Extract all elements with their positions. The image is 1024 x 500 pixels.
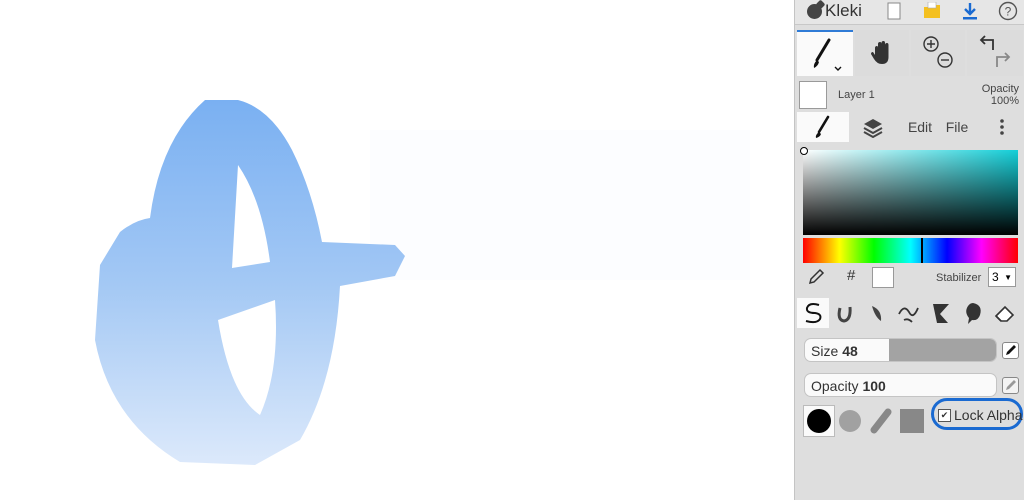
help-icon[interactable]: ?	[995, 0, 1021, 22]
lock-alpha-label: Lock Alpha	[954, 407, 1023, 423]
color-picker-sv[interactable]	[800, 147, 1018, 235]
open-folder-icon[interactable]	[919, 0, 945, 22]
hand-tool-icon	[871, 41, 889, 64]
zoom-out-icon[interactable]	[937, 52, 953, 68]
lock-alpha-checkbox[interactable]: ✔ Lock Alpha	[933, 402, 1023, 428]
zoom-buttons	[911, 30, 965, 76]
tab-brush[interactable]	[797, 112, 849, 142]
brush-tool-icon	[813, 38, 842, 71]
faint-stroke-traces	[370, 130, 750, 280]
undo-redo-buttons	[967, 30, 1023, 76]
round-soft-shape-icon[interactable]	[834, 405, 866, 437]
brush-tool-button[interactable]	[797, 30, 853, 76]
blend-brush-icon[interactable]	[829, 298, 861, 328]
app-name: Kleki	[825, 1, 862, 20]
stabilizer-label: Stabilizer	[936, 272, 982, 284]
top-toolbar: Kleki ?	[795, 0, 1024, 25]
brush-tab-icon	[815, 115, 830, 138]
eraser-icon[interactable]	[989, 298, 1021, 328]
hex-input-button[interactable]: #	[847, 267, 855, 284]
opacity-pressure-toggle[interactable]	[1002, 377, 1019, 394]
layer-opacity: Opacity 100%	[982, 83, 1019, 107]
tab-edit[interactable]: Edit	[903, 112, 937, 142]
stabilizer-select[interactable]: 3 ▼	[988, 267, 1016, 287]
sketchy-brush-icon[interactable]	[861, 298, 893, 328]
chevron-down-icon: ▼	[1004, 272, 1012, 282]
size-pressure-toggle[interactable]	[1002, 342, 1019, 359]
tab-file[interactable]: File	[940, 112, 974, 142]
sv-cursor[interactable]	[800, 147, 808, 155]
layer-name[interactable]: Layer 1	[838, 89, 875, 101]
canvas-drawing	[95, 100, 750, 465]
more-options-icon[interactable]	[991, 112, 1013, 142]
pen-brush-icon[interactable]	[797, 298, 829, 328]
opacity-slider[interactable]: Opacity 100	[804, 373, 997, 397]
size-slider[interactable]: Size 48	[804, 338, 997, 362]
help-label: ?	[1005, 5, 1012, 19]
size-slider-fill	[889, 339, 996, 361]
hue-marker[interactable]	[921, 238, 923, 263]
pixel-brush-icon[interactable]	[893, 298, 925, 328]
hand-tool-button[interactable]	[855, 30, 909, 76]
smudge-brush-icon[interactable]	[957, 298, 989, 328]
download-icon[interactable]	[957, 0, 983, 22]
square-shape-icon[interactable]	[896, 405, 928, 437]
layer-opacity-value: 100%	[990, 95, 1019, 107]
hue-slider[interactable]	[803, 238, 1018, 263]
layers-tab-icon	[863, 119, 883, 138]
tab-layers[interactable]	[853, 112, 893, 142]
opacity-value: 100	[862, 378, 886, 394]
round-solid-shape-icon[interactable]	[803, 405, 835, 437]
size-value: 48	[842, 343, 858, 359]
new-image-icon[interactable]	[881, 0, 907, 22]
zoom-in-icon[interactable]	[923, 36, 939, 52]
chemy-brush-icon[interactable]	[925, 298, 957, 328]
opacity-label: Opacity	[811, 378, 859, 394]
undo-icon[interactable]	[979, 35, 994, 50]
redo-icon[interactable]	[996, 52, 1011, 67]
drawing-canvas[interactable]	[0, 0, 794, 500]
primary-color-swatch[interactable]	[872, 267, 894, 288]
kleki-logo-icon	[807, 3, 822, 19]
brush-selector	[795, 298, 1024, 330]
right-panel: Kleki ? Layer 1 Opacity 100% Edit File #…	[794, 0, 1024, 500]
panel-tabs: Edit File	[795, 112, 1024, 144]
painted-stroke	[95, 100, 405, 465]
layer-thumbnail[interactable]	[799, 81, 827, 109]
lock-alpha-checkmark[interactable]: ✔	[938, 408, 951, 422]
app-logo: Kleki	[807, 0, 862, 22]
chalk-shape-icon[interactable]	[865, 405, 897, 437]
layer-opacity-label: Opacity	[981, 83, 1019, 95]
stabilizer-value: 3	[992, 270, 999, 284]
size-label: Size	[811, 343, 839, 359]
eyedropper-icon[interactable]	[805, 266, 827, 288]
